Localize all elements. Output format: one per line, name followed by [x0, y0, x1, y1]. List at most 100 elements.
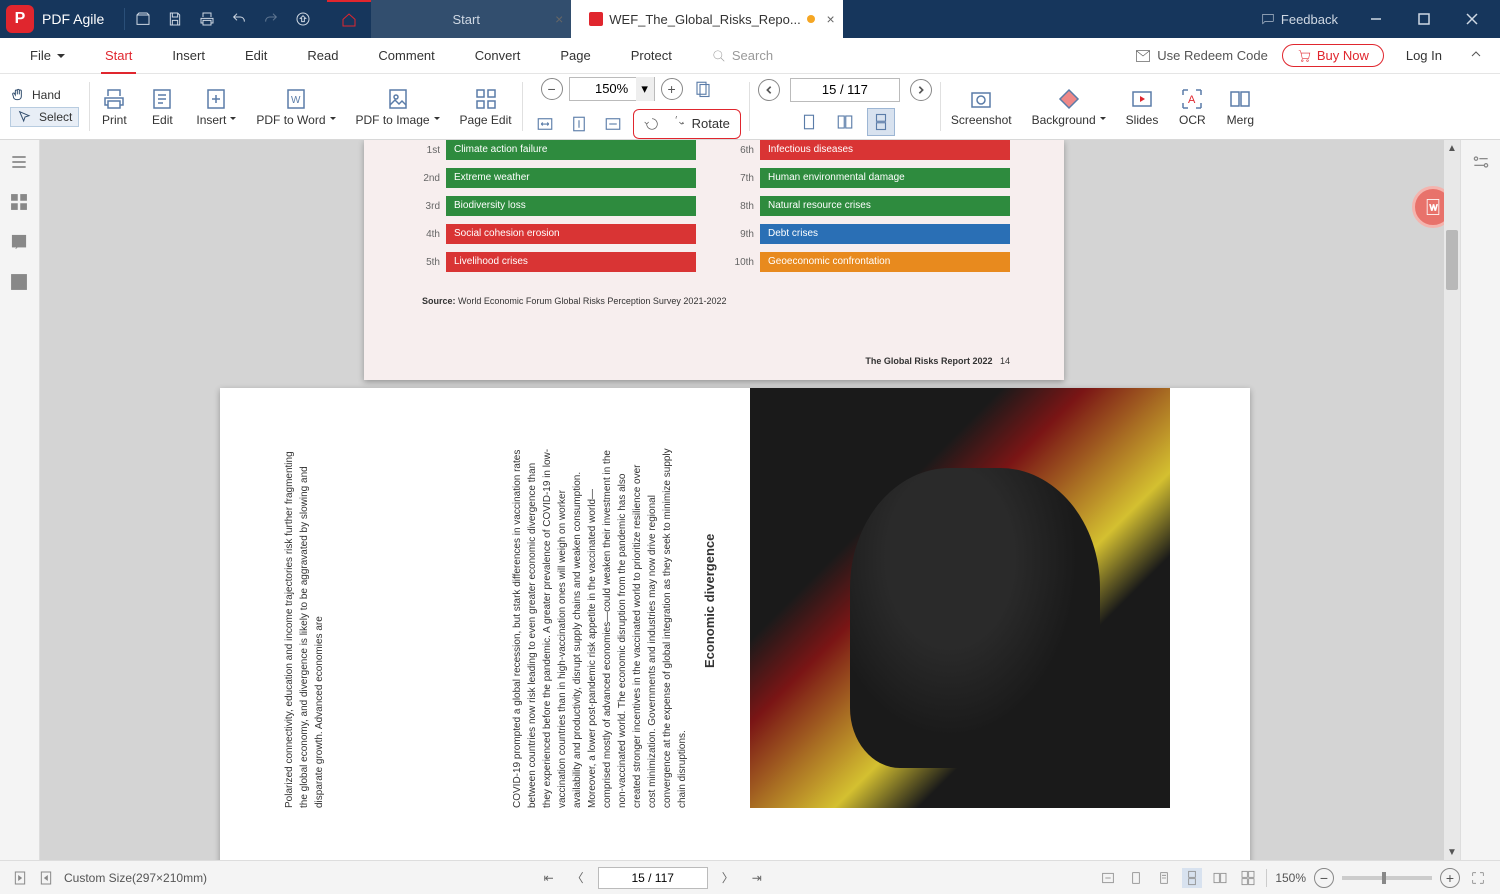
fit-width-view-icon[interactable] [1098, 868, 1118, 888]
scroll-up-icon[interactable]: ▲ [1444, 140, 1460, 156]
continuous-icon[interactable] [867, 108, 895, 136]
rotate-right-icon[interactable] [668, 116, 684, 132]
continuous-view-icon[interactable] [1182, 868, 1202, 888]
redeem-code-button[interactable]: Use Redeem Code [1135, 48, 1268, 64]
hand-tool[interactable]: Hand [10, 87, 61, 103]
page-input[interactable] [598, 867, 708, 889]
pdf-to-word-button[interactable]: WPDF to Word [246, 74, 345, 139]
merge-button[interactable]: Merg [1216, 74, 1264, 139]
tabstrip: Start × WEF_The_Global_Risks_Repo... × [327, 0, 1249, 38]
zoom-out-button[interactable]: − [1314, 868, 1334, 888]
fit-width-icon[interactable] [531, 110, 559, 138]
zoom-slider[interactable] [1342, 876, 1432, 880]
settings-icon[interactable] [1471, 152, 1491, 177]
annotations-icon[interactable] [9, 232, 31, 254]
scroll-down-icon[interactable]: ▼ [1444, 844, 1460, 860]
last-page-button[interactable]: ⇥ [748, 871, 766, 885]
next-page-button[interactable]: 〉 [718, 869, 738, 886]
screenshot-button[interactable]: Screenshot [941, 74, 1022, 139]
close-icon[interactable]: × [555, 11, 563, 27]
close-button[interactable] [1450, 0, 1494, 38]
single-page-icon[interactable] [795, 108, 823, 136]
zoom-in-button[interactable]: + [661, 78, 683, 100]
fit-page-icon[interactable] [689, 75, 717, 103]
body-text: Polarized connectivity, education and in… [282, 448, 362, 808]
menu-edit[interactable]: Edit [227, 38, 285, 74]
rotate-left-icon[interactable] [644, 116, 660, 132]
tab-document[interactable]: WEF_The_Global_Risks_Repo... × [571, 0, 842, 38]
svg-text:W: W [1430, 202, 1438, 212]
search-box[interactable]: Search [712, 48, 773, 63]
buy-now-button[interactable]: Buy Now [1282, 44, 1384, 67]
actual-size-icon[interactable] [599, 110, 627, 138]
menu-insert[interactable]: Insert [154, 38, 223, 74]
close-icon[interactable]: × [827, 11, 835, 27]
two-page-view-icon[interactable] [1210, 868, 1230, 888]
menu-start[interactable]: Start [87, 38, 150, 74]
document-page: 1stClimate action failure2ndExtreme weat… [364, 140, 1064, 380]
save-icon[interactable] [159, 0, 191, 38]
open-icon[interactable] [127, 0, 159, 38]
tab-start[interactable]: Start × [371, 0, 571, 38]
rank-row: 9thDebt crises [732, 224, 1010, 244]
tab-home[interactable] [327, 0, 371, 38]
next-page-button[interactable] [910, 79, 932, 101]
menu-file[interactable]: File [12, 38, 83, 74]
fit-height-icon[interactable] [565, 110, 593, 138]
zoom-in-button[interactable]: + [1440, 868, 1460, 888]
page-footer: The Global Risks Report 2022 14 [865, 356, 1010, 366]
left-sidebar [0, 140, 40, 860]
menu-protect[interactable]: Protect [613, 38, 690, 74]
two-page-icon[interactable] [831, 108, 859, 136]
titlebar: P PDF Agile Start × WEF_The_Global_Risks… [0, 0, 1500, 38]
feedback-button[interactable]: Feedback [1249, 12, 1350, 27]
outline-icon[interactable] [9, 152, 31, 174]
tab-document-label: WEF_The_Global_Risks_Repo... [609, 12, 800, 27]
pdf-to-image-button[interactable]: PDF to Image [346, 74, 450, 139]
page-indicator[interactable]: 15 / 117 [790, 78, 900, 102]
menu-comment[interactable]: Comment [360, 38, 452, 74]
document-canvas[interactable]: 1stClimate action failure2ndExtreme weat… [40, 140, 1460, 860]
two-page-cont-view-icon[interactable] [1238, 868, 1258, 888]
edit-button[interactable]: Edit [138, 74, 186, 139]
rotate-label[interactable]: Rotate [692, 116, 730, 131]
collapse-ribbon-icon[interactable] [1464, 47, 1488, 65]
login-button[interactable]: Log In [1398, 48, 1450, 63]
page-size-prev-icon[interactable] [12, 870, 28, 886]
menu-convert[interactable]: Convert [457, 38, 539, 74]
prev-page-button[interactable] [758, 79, 780, 101]
single-page-view-icon[interactable] [1154, 868, 1174, 888]
zoom-out-button[interactable]: − [541, 78, 563, 100]
page-size-label: Custom Size(297×210mm) [64, 871, 207, 885]
ribbon: Hand Select Print Edit Insert WPDF to Wo… [0, 74, 1500, 140]
page-edit-button[interactable]: Page Edit [450, 74, 522, 139]
print-icon[interactable] [191, 0, 223, 38]
redo-icon[interactable] [255, 0, 287, 38]
scroll-thumb[interactable] [1446, 230, 1458, 290]
maximize-button[interactable] [1402, 0, 1446, 38]
rank-row: 5thLivelihood crises [418, 252, 696, 272]
svg-text:A: A [1188, 94, 1196, 106]
home-icon[interactable] [287, 0, 319, 38]
minimize-button[interactable] [1354, 0, 1398, 38]
fullscreen-icon[interactable] [1468, 868, 1488, 888]
insert-button[interactable]: Insert [186, 74, 246, 139]
right-sidebar [1460, 140, 1500, 860]
rank-row: 6thInfectious diseases [732, 140, 1010, 160]
zoom-value[interactable]: 150%▾ [569, 77, 655, 101]
slides-button[interactable]: Slides [1116, 74, 1169, 139]
first-page-button[interactable]: ⇤ [540, 871, 558, 885]
undo-icon[interactable] [223, 0, 255, 38]
page-size-next-icon[interactable] [38, 870, 54, 886]
select-tool[interactable]: Select [10, 107, 79, 127]
menu-page[interactable]: Page [542, 38, 608, 74]
prev-page-button[interactable]: 〈 [568, 869, 588, 886]
menu-read[interactable]: Read [289, 38, 356, 74]
print-button[interactable]: Print [90, 74, 138, 139]
vertical-scrollbar[interactable]: ▲ ▼ [1444, 140, 1460, 860]
search-panel-icon[interactable] [9, 272, 31, 294]
background-button[interactable]: Background [1022, 74, 1116, 139]
thumbnails-icon[interactable] [9, 192, 31, 214]
fit-page-view-icon[interactable] [1126, 868, 1146, 888]
ocr-button[interactable]: AOCR [1168, 74, 1216, 139]
